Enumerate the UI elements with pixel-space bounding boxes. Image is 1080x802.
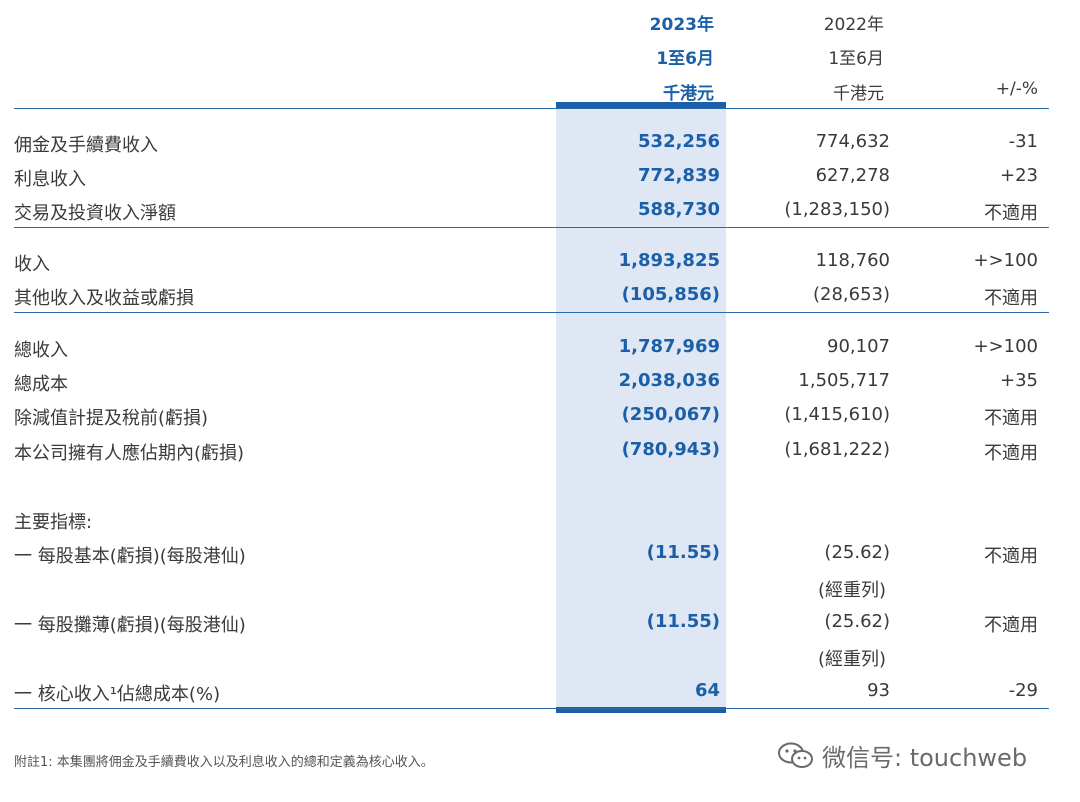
header-current-unit: 千港元 bbox=[663, 84, 714, 104]
row-change-value: +23 bbox=[1000, 165, 1038, 186]
row-change-value: 不適用 bbox=[984, 408, 1038, 429]
row-change-value: +35 bbox=[1000, 370, 1038, 391]
table-row: 交易及投資收入淨額 588,730 (1,283,150) 不適用 bbox=[0, 199, 1080, 229]
watermark-text: 微信号: touchweb bbox=[822, 744, 1028, 772]
row-current-value: 2,038,036 bbox=[618, 370, 720, 391]
indicator-row: 一 每股基本(虧損)(每股港仙) (11.55) (25.62) 不適用 (經重… bbox=[0, 542, 1080, 601]
row-change-value: -31 bbox=[1008, 131, 1038, 152]
row-current-value: 1,893,825 bbox=[618, 250, 720, 271]
row-label: 交易及投資收入淨額 bbox=[14, 203, 176, 224]
header-current-year: 2023年 bbox=[649, 15, 714, 35]
table-bottom-rule bbox=[14, 708, 1049, 709]
row-label: 總成本 bbox=[14, 374, 68, 395]
footnote: 附註1: 本集團將佣金及手續費收入以及利息收入的總和定義為核心收入。 bbox=[14, 755, 434, 770]
row-label: 總收入 bbox=[14, 340, 68, 361]
indicator-change-value: 不適用 bbox=[984, 615, 1038, 636]
indicator-prior-note: (經重列) bbox=[817, 580, 886, 601]
row-change-value: +>100 bbox=[973, 250, 1038, 271]
table-row: 總成本 2,038,036 1,505,717 +35 bbox=[0, 370, 1080, 400]
table-row: 其他收入及收益或虧損 (105,856) (28,653) 不適用 bbox=[0, 284, 1080, 314]
row-prior-value: 90,107 bbox=[827, 336, 890, 357]
indicator-current-value: 64 bbox=[694, 680, 720, 701]
row-prior-value: (28,653) bbox=[812, 284, 890, 305]
row-current-value: (780,943) bbox=[621, 439, 720, 460]
wechat-icon bbox=[778, 742, 814, 770]
row-current-value: 532,256 bbox=[638, 131, 720, 152]
row-current-value: (250,067) bbox=[621, 404, 720, 425]
row-prior-value: (1,283,150) bbox=[784, 199, 890, 220]
table-row: 利息收入 772,839 627,278 +23 bbox=[0, 165, 1080, 195]
row-label: 除減值計提及稅前(虧損) bbox=[14, 408, 209, 429]
row-prior-value: 774,632 bbox=[815, 131, 890, 152]
table-row: 本公司擁有人應佔期內(虧損) (780,943) (1,681,222) 不適用 bbox=[0, 439, 1080, 469]
indicator-change-value: 不適用 bbox=[984, 546, 1038, 567]
row-current-value: 588,730 bbox=[638, 199, 720, 220]
header-change: +/-% bbox=[995, 79, 1038, 99]
table-row: 收入 1,893,825 118,760 +>100 bbox=[0, 250, 1080, 280]
indicator-current-value: (11.55) bbox=[646, 611, 720, 632]
indicators-heading: 主要指標: bbox=[0, 508, 1080, 538]
row-label: 佣金及手續費收入 bbox=[14, 135, 158, 156]
table-row: 佣金及手續費收入 532,256 774,632 -31 bbox=[0, 131, 1080, 161]
row-prior-value: 627,278 bbox=[815, 165, 890, 186]
header-prior-period: 1至6月 bbox=[828, 49, 884, 69]
indicator-label: 一 每股攤薄(虧損)(每股港仙) bbox=[14, 615, 246, 636]
indicator-row: 一 核心收入¹佔總成本(%) 64 93 -29 bbox=[0, 680, 1080, 710]
indicator-prior-value: 93 bbox=[867, 680, 890, 701]
row-prior-value: (1,681,222) bbox=[784, 439, 890, 460]
indicator-prior-value: (25.62) bbox=[824, 611, 890, 632]
row-prior-value: 118,760 bbox=[815, 250, 890, 271]
row-label: 本公司擁有人應佔期內(虧損) bbox=[14, 443, 245, 464]
section-rule bbox=[14, 227, 1049, 228]
row-prior-value: (1,415,610) bbox=[784, 404, 890, 425]
row-change-value: 不適用 bbox=[984, 203, 1038, 224]
header-prior-year: 2022年 bbox=[823, 15, 884, 35]
indicator-prior-note: (經重列) bbox=[817, 649, 886, 670]
indicator-row: 一 每股攤薄(虧損)(每股港仙) (11.55) (25.62) 不適用 (經重… bbox=[0, 611, 1080, 670]
row-change-value: 不適用 bbox=[984, 288, 1038, 309]
section-rule bbox=[14, 312, 1049, 313]
wechat-watermark: 微信号: touchweb bbox=[778, 738, 1027, 773]
table-row: 除減值計提及稅前(虧損) (250,067) (1,415,610) 不適用 bbox=[0, 404, 1080, 434]
row-label: 收入 bbox=[14, 254, 50, 275]
table-row: 總收入 1,787,969 90,107 +>100 bbox=[0, 336, 1080, 366]
row-change-value: 不適用 bbox=[984, 443, 1038, 464]
indicator-change-value: -29 bbox=[1008, 680, 1038, 701]
row-prior-value: 1,505,717 bbox=[798, 370, 890, 391]
indicator-label: 一 每股基本(虧損)(每股港仙) bbox=[14, 546, 246, 567]
row-current-value: 1,787,969 bbox=[618, 336, 720, 357]
row-current-value: (105,856) bbox=[621, 284, 720, 305]
indicator-current-value: (11.55) bbox=[646, 542, 720, 563]
indicator-prior-value: (25.62) bbox=[824, 542, 890, 563]
row-label: 利息收入 bbox=[14, 169, 86, 190]
indicator-label: 一 核心收入¹佔總成本(%) bbox=[14, 684, 221, 705]
header-prior-unit: 千港元 bbox=[833, 84, 884, 104]
header-rule bbox=[14, 108, 1049, 109]
header-current-period: 1至6月 bbox=[656, 49, 714, 69]
row-change-value: +>100 bbox=[973, 336, 1038, 357]
row-label: 其他收入及收益或虧損 bbox=[14, 288, 194, 309]
indicators-title: 主要指標: bbox=[14, 512, 93, 533]
row-current-value: 772,839 bbox=[638, 165, 720, 186]
